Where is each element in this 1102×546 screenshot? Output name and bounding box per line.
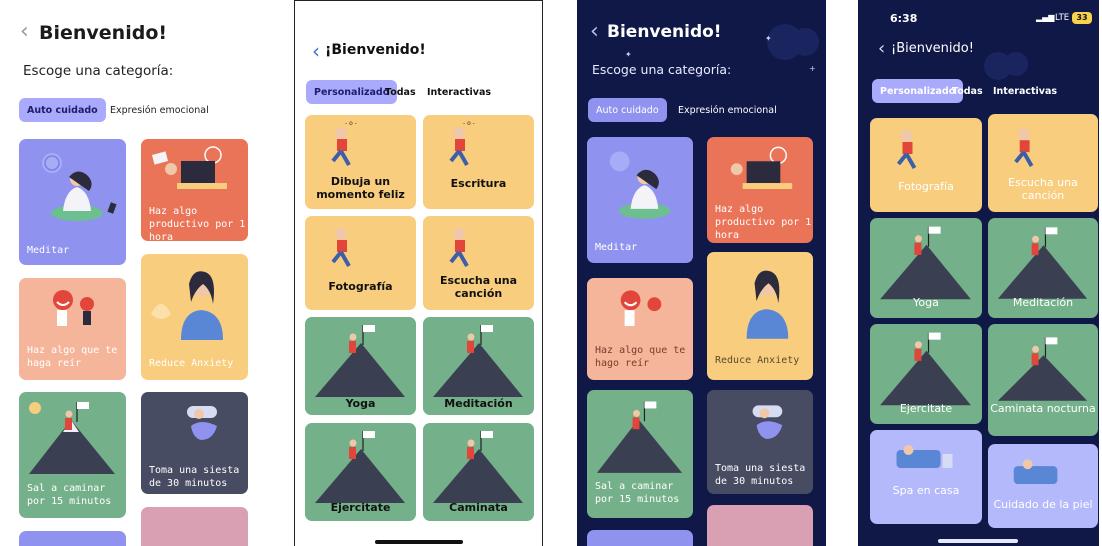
card-label: Reduce Anxiety xyxy=(715,355,800,366)
jumping-person-illustration xyxy=(896,130,917,169)
card-label: Meditar xyxy=(27,245,70,256)
card-fotografia[interactable]: Fotografía xyxy=(305,216,416,310)
card-ejercitate[interactable]: Ejercitate xyxy=(870,324,982,424)
card-label: Fotografía xyxy=(898,180,954,193)
card-partial xyxy=(587,530,693,546)
mountain-illustration xyxy=(997,337,1088,401)
card-caminata[interactable]: Caminata xyxy=(423,423,534,521)
card-label: Cuidado de la piel xyxy=(993,498,1093,511)
card-label: Dibuja un momento feliz xyxy=(316,175,405,201)
card-cuidado-de-la-piel[interactable]: Cuidado de la piel xyxy=(988,444,1098,528)
skincare-illustration xyxy=(1013,459,1058,485)
card-label: Haz algo productivo por 1 hora xyxy=(715,204,812,241)
jumping-person-illustration: - o - xyxy=(449,120,475,166)
tab-auto-cuidado[interactable]: Auto cuidado xyxy=(588,98,667,122)
category-prompt: Escoge una categoría: xyxy=(592,62,732,77)
page-title: ¡Bienvenido! xyxy=(891,41,974,56)
card-label: Meditación xyxy=(1012,296,1074,309)
card-label: Meditar xyxy=(595,242,638,253)
home-indicator[interactable] xyxy=(375,540,463,544)
home-indicator[interactable] xyxy=(938,539,1018,543)
tab-todas[interactable]: Todas xyxy=(944,79,991,103)
screen-dark-personalizado: 6:38 ▂▄▆ LTE 33 ‹ ¡Bienvenido! Personali… xyxy=(858,0,1099,546)
back-chevron-icon[interactable]: ‹ xyxy=(590,21,599,43)
card-label: Haz algo que te hago reír xyxy=(595,345,686,369)
card-partial xyxy=(707,505,813,546)
card-label: Meditación xyxy=(444,397,513,410)
card-haz-algo-productivo[interactable]: Haz algo productivo por 1 hora xyxy=(707,137,813,243)
card-sal-a-caminar[interactable]: Sal a caminar por 15 minutos xyxy=(19,392,126,518)
card-spa-en-casa[interactable]: Spa en casa xyxy=(870,430,982,524)
card-label: Ejercitate xyxy=(899,402,953,415)
signal-icon: ▂▄▆ xyxy=(1036,13,1055,22)
screenshots-collage: ‹ Bienvenido! Escoge una categoría: Auto… xyxy=(0,0,1102,546)
card-haz-algo-productivo[interactable]: Haz algo productivo por 1 hora xyxy=(141,139,248,241)
card-label: Sal a caminar por 15 minutos xyxy=(27,483,112,507)
card-haz-algo-reir[interactable]: Haz algo que te hago reír xyxy=(587,278,693,380)
card-ejercitate[interactable]: Ejercitate xyxy=(305,423,416,521)
card-escritura[interactable]: - o - Escritura xyxy=(423,115,534,209)
card-escucha-una-cancion[interactable]: Escucha una canción xyxy=(423,216,534,310)
card-meditacion[interactable]: Meditación xyxy=(988,218,1098,318)
card-label: Caminata xyxy=(449,501,508,514)
card-meditar[interactable]: Meditar xyxy=(19,139,126,265)
page-title: Bienvenido! xyxy=(39,22,168,44)
svg-text:- o -: - o - xyxy=(463,120,475,127)
card-dibuja[interactable]: - o - Dibuja un momento feliz xyxy=(305,115,416,209)
card-toma-una-siesta[interactable]: Toma una siesta de 30 minutos xyxy=(141,392,248,494)
jumping-person-illustration xyxy=(331,228,351,267)
category-prompt: Escoge una categoría: xyxy=(23,63,174,79)
screen-dark-categories: ✦ ✦ + ‹ Bienvenido! Escoge una categoría: … xyxy=(577,0,826,546)
card-label: Haz algo productivo por 1 hora xyxy=(149,206,246,241)
card-label: Ejercitate xyxy=(330,501,391,514)
card-label: Toma una siesta de 30 minutos xyxy=(149,465,240,489)
tab-auto-cuidado[interactable]: Auto cuidado xyxy=(19,98,106,122)
card-label: Escritura xyxy=(450,177,507,190)
card-label: Caminata nocturna xyxy=(990,402,1096,415)
card-escucha-una-cancion[interactable]: Escucha una canción xyxy=(988,114,1098,212)
back-chevron-icon[interactable]: ‹ xyxy=(312,41,320,61)
card-label: Spa en casa xyxy=(892,484,960,497)
card-partial xyxy=(19,531,126,546)
card-label: Reduce Anxiety xyxy=(149,358,234,369)
card-label: Yoga xyxy=(913,296,939,309)
svg-text:- o -: - o - xyxy=(345,120,357,127)
back-chevron-icon[interactable]: ‹ xyxy=(878,40,885,58)
tab-interactivas[interactable]: Interactivas xyxy=(985,79,1065,103)
card-label: Fotografía xyxy=(328,280,393,293)
card-reduce-anxiety[interactable]: Reduce Anxiety xyxy=(141,254,248,380)
card-reduce-anxiety[interactable]: Reduce Anxiety xyxy=(707,252,813,380)
card-label: Toma una siesta de 30 minutos xyxy=(715,463,806,487)
back-chevron-icon[interactable]: ‹ xyxy=(20,21,29,43)
card-meditar[interactable]: Meditar xyxy=(587,137,693,263)
card-label: Haz algo que te haga reír xyxy=(27,345,118,369)
network-label: LTE xyxy=(1055,13,1070,23)
card-fotografia[interactable]: Fotografía xyxy=(870,118,982,212)
card-yoga[interactable]: Yoga xyxy=(870,218,982,318)
card-meditacion[interactable]: Meditación xyxy=(423,317,534,415)
screen-light-categories: ‹ Bienvenido! Escoge una categoría: Auto… xyxy=(5,0,268,546)
page-title: Bienvenido! xyxy=(607,22,722,42)
tab-interactivas[interactable]: Interactivas xyxy=(419,80,499,104)
card-sal-a-caminar[interactable]: Sal a caminar por 15 minutos xyxy=(587,390,693,518)
card-haz-algo-reir[interactable]: Haz algo que te haga reír xyxy=(19,278,126,380)
card-label: Escucha una canción xyxy=(439,274,518,300)
spa-illustration xyxy=(896,445,953,468)
status-time: 6:38 xyxy=(890,12,918,25)
page-title: ¡Bienvenido! xyxy=(325,42,426,58)
card-toma-una-siesta[interactable]: Toma una siesta de 30 minutos xyxy=(707,390,813,494)
tab-expresion-emocional[interactable]: Expresión emocional xyxy=(670,98,785,122)
card-label: Sal a caminar por 15 minutos xyxy=(595,481,680,505)
tab-todas[interactable]: Todas xyxy=(377,80,424,104)
tab-expresion-emocional[interactable]: Expresión emocional xyxy=(102,98,217,122)
card-label: Yoga xyxy=(345,397,376,410)
card-yoga[interactable]: Yoga xyxy=(305,317,416,415)
card-caminata-nocturna[interactable]: Caminata nocturna xyxy=(988,324,1098,436)
screen-light-personalizado: ‹ ¡Bienvenido! Personalizado Todas Inter… xyxy=(294,0,543,546)
card-partial xyxy=(141,507,248,546)
card-label: Escucha una canción xyxy=(1008,176,1078,202)
battery-badge: 33 xyxy=(1072,12,1092,24)
